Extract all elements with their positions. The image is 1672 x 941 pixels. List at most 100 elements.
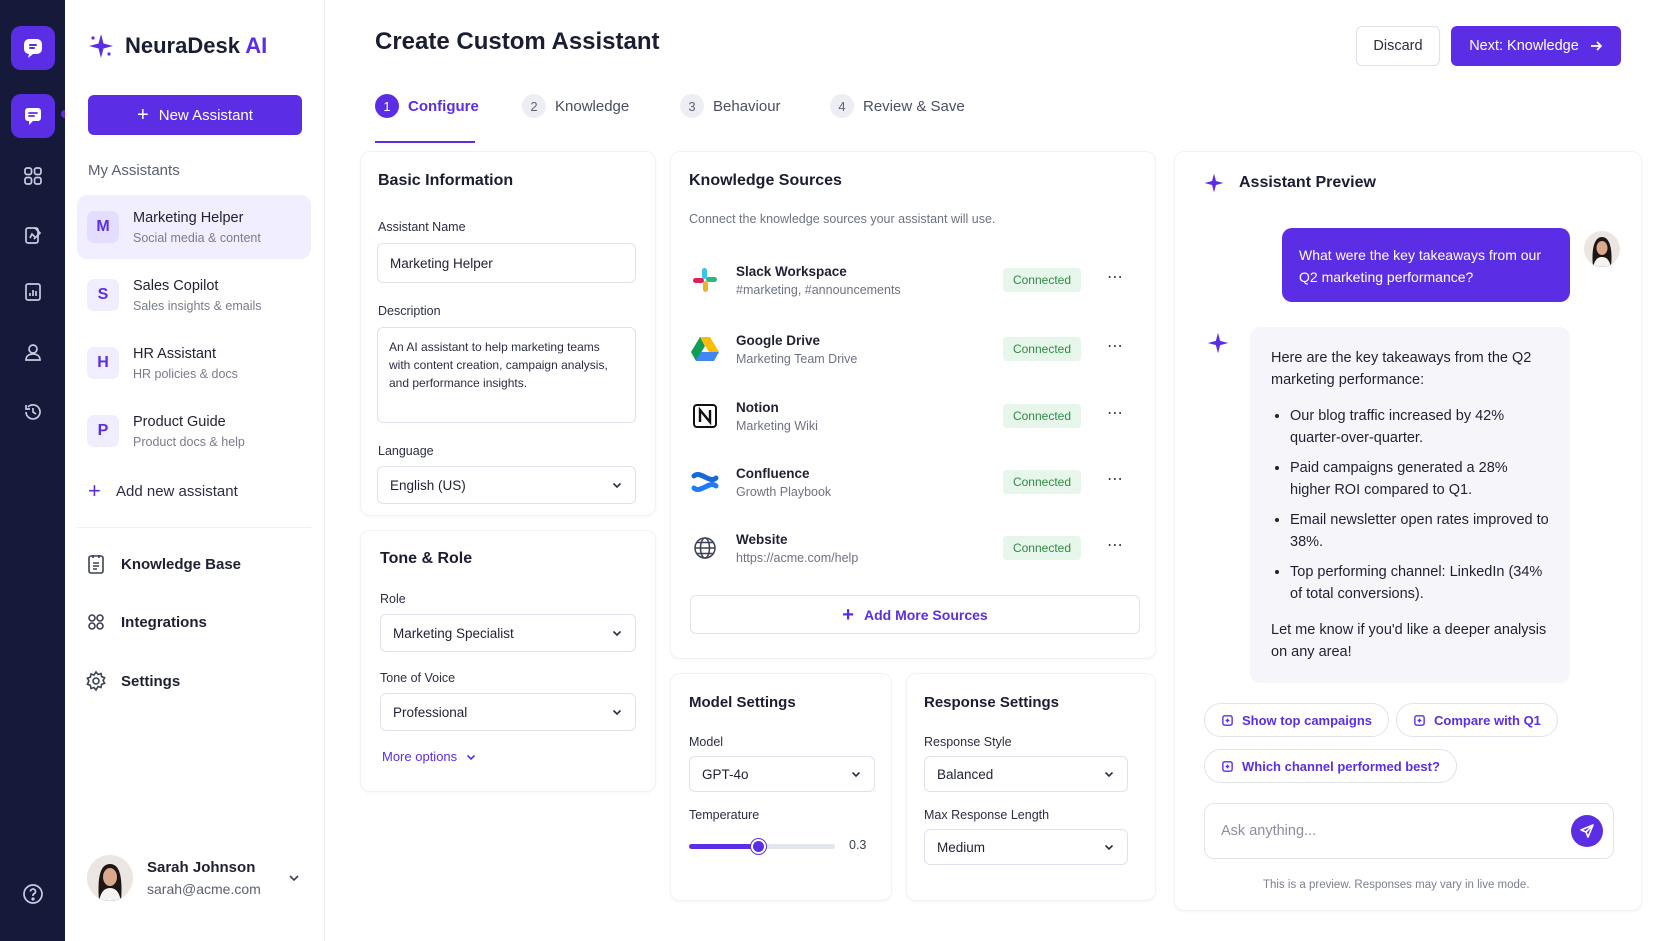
bot-point: Our blog traffic increased by 42% quarte… — [1290, 405, 1549, 449]
more-options-icon[interactable]: ⋯ — [1107, 267, 1124, 287]
next-knowledge-button[interactable]: Next: Knowledge — [1451, 26, 1621, 66]
role-select[interactable]: Marketing Specialist — [380, 614, 636, 652]
suggestion-chip-compare-q1[interactable]: Compare with Q1 — [1396, 703, 1558, 737]
chevron-down-icon — [612, 482, 622, 489]
chip-icon — [1222, 714, 1233, 726]
assistant-name-label: Assistant Name — [378, 220, 466, 234]
more-options-icon[interactable]: ⋯ — [1107, 336, 1124, 356]
nav-settings[interactable]: Settings — [85, 670, 180, 692]
suggestion-chip-best-channel[interactable]: Which channel performed best? — [1204, 749, 1457, 783]
role-value: Marketing Specialist — [393, 625, 514, 641]
app-logo-icon[interactable] — [11, 26, 55, 70]
brand-ai: AI — [245, 33, 268, 58]
source-row-slack: Slack Workspace #marketing, #announcement… — [690, 250, 1130, 310]
language-select[interactable]: English (US) — [377, 466, 636, 504]
preview-footnote: This is a preview. Responses may vary in… — [1263, 879, 1530, 891]
step-configure[interactable]: 1 Configure — [375, 94, 479, 118]
more-options-icon[interactable]: ⋯ — [1107, 469, 1124, 489]
bot-point: Paid campaigns generated a 28% higher RO… — [1290, 457, 1549, 501]
description-textarea[interactable]: An AI assistant to help marketing teams … — [377, 327, 636, 423]
model-select[interactable]: GPT-4o — [689, 756, 875, 792]
chip-label: Which channel performed best? — [1242, 758, 1440, 774]
icon-rail — [0, 0, 69, 941]
step-behaviour[interactable]: 3 Behaviour — [680, 94, 781, 118]
step-number: 4 — [830, 94, 854, 118]
status-badge: Connected — [1003, 404, 1081, 428]
nav-knowledge-base[interactable]: Knowledge Base — [85, 553, 241, 575]
assistant-item-hr[interactable]: H HR Assistant HR policies & docs — [77, 331, 311, 395]
assistant-avatar: P — [87, 415, 119, 447]
google-drive-icon — [690, 334, 720, 364]
page-title: Create Custom Assistant — [375, 28, 660, 55]
source-name: Google Drive — [736, 332, 821, 348]
nav-integrations[interactable]: Integrations — [85, 611, 207, 633]
bot-outro: Let me know if you'd like a deeper analy… — [1271, 622, 1547, 660]
plus-icon: + — [137, 104, 149, 126]
integrations-icon — [88, 614, 104, 630]
status-badge: Connected — [1003, 337, 1081, 361]
tone-of-voice-label: Tone of Voice — [380, 671, 456, 685]
history-icon[interactable] — [11, 390, 55, 434]
step-knowledge[interactable]: 2 Knowledge — [522, 94, 629, 118]
analytics-icon[interactable] — [11, 270, 55, 314]
more-options-link[interactable]: More options — [382, 749, 477, 764]
chevron-down-icon — [612, 709, 622, 716]
plus-icon: + — [88, 478, 101, 503]
help-icon[interactable] — [11, 872, 55, 916]
user-profile[interactable]: Sarah Johnson sarah@acme.com — [87, 855, 301, 901]
assistant-preview-title: Assistant Preview — [1239, 174, 1376, 191]
nav-label: Integrations — [121, 613, 207, 631]
source-name: Website — [736, 531, 788, 547]
max-length-value: Medium — [937, 839, 986, 855]
max-length-select[interactable]: Medium — [924, 829, 1128, 865]
knowledge-base-icon — [88, 555, 104, 574]
language-label: Language — [378, 444, 434, 458]
step-number: 3 — [680, 94, 704, 118]
next-label: Next: Knowledge — [1469, 38, 1579, 54]
gear-icon — [86, 670, 106, 692]
step-label: Knowledge — [555, 97, 630, 115]
assistant-item-sales[interactable]: S Sales Copilot Sales insights & emails — [77, 263, 311, 327]
more-options-icon[interactable]: ⋯ — [1107, 403, 1124, 423]
assistant-item-product[interactable]: P Product Guide Product docs & help — [77, 399, 311, 463]
user-email: sarah@acme.com — [147, 881, 261, 897]
ask-input[interactable]: Ask anything... — [1204, 803, 1614, 859]
response-style-select[interactable]: Balanced — [924, 756, 1128, 792]
bot-point: Email newsletter open rates improved to … — [1290, 509, 1549, 553]
add-assistant-link[interactable]: + Add new assistant — [88, 480, 238, 502]
source-sub: #marketing, #announcements — [736, 282, 901, 297]
temperature-slider[interactable] — [689, 839, 835, 854]
edit-doc-icon[interactable] — [11, 213, 55, 257]
sparkle-icon — [1204, 173, 1224, 193]
brand-name: NeuraDesk — [125, 33, 240, 58]
avatar — [1584, 231, 1620, 267]
chip-label: Show top campaigns — [1242, 712, 1373, 728]
chat-icon[interactable] — [11, 94, 55, 138]
chevron-down-icon — [612, 630, 622, 637]
my-assistants-label: My Assistants — [88, 162, 180, 179]
step-review-save[interactable]: 4 Review & Save — [830, 94, 965, 118]
tone-of-voice-select[interactable]: Professional — [380, 693, 636, 731]
temperature-thumb[interactable] — [750, 839, 766, 854]
bot-points: Our blog traffic increased by 42% quarte… — [1290, 405, 1549, 605]
response-style-value: Balanced — [937, 766, 994, 782]
user-message: What were the key takeaways from our Q2 … — [1282, 228, 1570, 302]
send-button[interactable] — [1571, 815, 1603, 847]
add-more-sources-button[interactable]: + Add More Sources — [690, 595, 1140, 634]
assistant-item-marketing[interactable]: M Marketing Helper Social media & content — [77, 195, 311, 259]
more-options-icon[interactable]: ⋯ — [1107, 535, 1124, 555]
grid-icon[interactable] — [11, 154, 55, 198]
knowledge-sources-title: Knowledge Sources — [689, 172, 842, 189]
discard-button[interactable]: Discard — [1356, 26, 1440, 66]
arrow-right-icon — [1590, 41, 1603, 51]
assistant-name-input[interactable]: Marketing Helper — [377, 243, 636, 283]
assistant-message: Here are the key takeaways from the Q2 m… — [1250, 327, 1570, 683]
chevron-down-icon — [467, 754, 476, 760]
new-assistant-button[interactable]: + New Assistant — [88, 95, 302, 135]
suggestion-chip-top-campaigns[interactable]: Show top campaigns — [1204, 703, 1390, 737]
tone-of-voice-value: Professional — [393, 704, 468, 720]
chevron-down-icon[interactable] — [287, 871, 301, 885]
new-assistant-label: New Assistant — [158, 106, 253, 124]
assistant-sub: Product docs & help — [133, 434, 245, 449]
users-icon[interactable] — [11, 330, 55, 374]
